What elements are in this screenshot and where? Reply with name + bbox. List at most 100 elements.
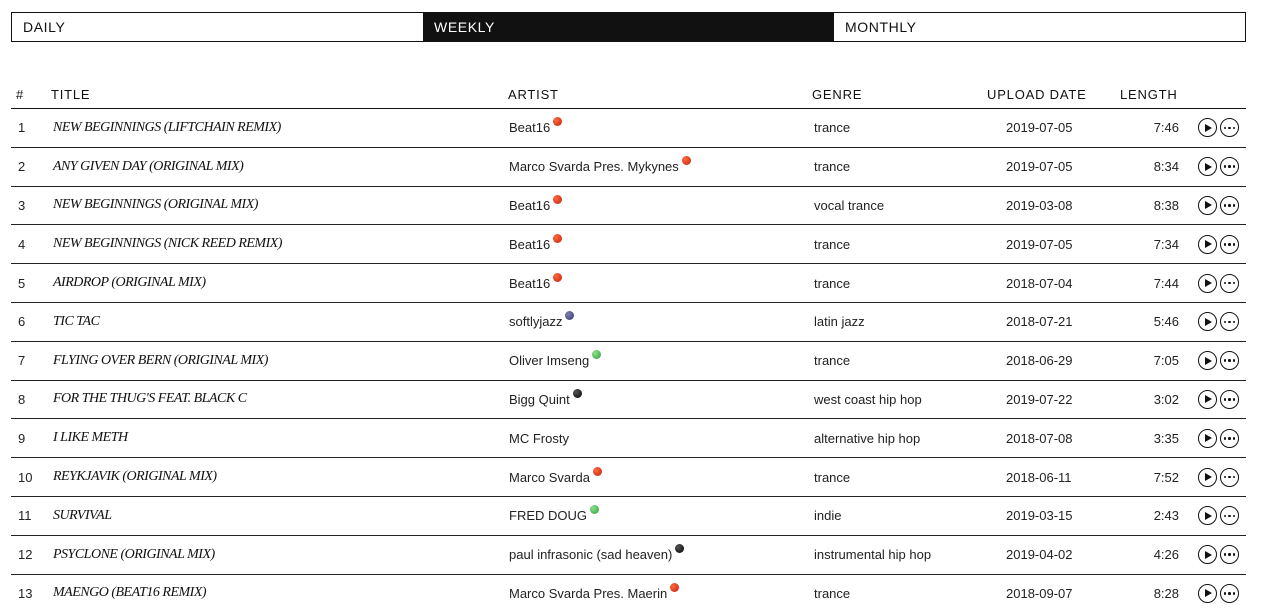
track-genre[interactable]: trance	[814, 342, 850, 380]
artist-name[interactable]: FRED DOUG	[509, 508, 587, 523]
track-genre[interactable]: trance	[814, 109, 850, 147]
track-upload-date: 2018-07-21	[1006, 314, 1073, 330]
play-icon	[1205, 162, 1212, 171]
tab-monthly[interactable]: MONTHLY	[834, 13, 1245, 41]
track-artist[interactable]: Bigg Quint	[509, 381, 582, 419]
track-artist[interactable]: Beat16	[509, 264, 563, 302]
more-options-button[interactable]	[1220, 118, 1239, 138]
more-options-button[interactable]	[1220, 312, 1239, 332]
play-button[interactable]	[1198, 273, 1217, 293]
track-title[interactable]: I LIKE METH	[53, 419, 128, 457]
track-artist[interactable]: FRED DOUG	[509, 497, 599, 535]
track-artist[interactable]: Marco Svarda Pres. Mykynes	[509, 148, 691, 186]
artist-name[interactable]: Beat16	[509, 120, 550, 135]
artist-name[interactable]: Beat16	[509, 198, 550, 213]
table-row[interactable]: 3 NEW BEGINNINGS (ORIGINAL MIX) Beat16 v…	[11, 187, 1246, 226]
artist-name[interactable]: Marco Svarda	[509, 470, 590, 485]
track-genre[interactable]: trance	[814, 264, 850, 302]
track-artist[interactable]: Beat16	[509, 109, 563, 147]
track-genre[interactable]: latin jazz	[814, 303, 865, 341]
track-artist[interactable]: Beat16	[509, 225, 563, 263]
play-button[interactable]	[1198, 545, 1217, 565]
artist-name[interactable]: Marco Svarda Pres. Maerin	[509, 586, 667, 601]
table-row[interactable]: 11 SURVIVAL FRED DOUG indie 2019-03-15 2…	[11, 497, 1246, 536]
artist-name[interactable]: Marco Svarda Pres. Mykynes	[509, 159, 679, 174]
track-artist[interactable]: Marco Svarda Pres. Maerin	[509, 575, 680, 611]
track-genre[interactable]: indie	[814, 497, 841, 535]
track-artist[interactable]: paul infrasonic (sad heaven)	[509, 536, 685, 574]
more-options-button[interactable]	[1220, 428, 1239, 448]
track-title[interactable]: ANY GIVEN DAY (ORIGINAL MIX)	[53, 148, 244, 186]
track-title[interactable]: FLYING OVER BERN (ORIGINAL MIX)	[53, 342, 268, 380]
track-genre[interactable]: trance	[814, 148, 850, 186]
artist-badge-icon	[553, 194, 563, 204]
play-button[interactable]	[1198, 234, 1217, 254]
table-row[interactable]: 4 NEW BEGINNINGS (NICK REED REMIX) Beat1…	[11, 225, 1246, 265]
play-button[interactable]	[1198, 428, 1217, 448]
more-options-button[interactable]	[1220, 389, 1239, 409]
track-rank: 9	[18, 430, 26, 446]
play-button[interactable]	[1198, 312, 1217, 332]
track-genre[interactable]: trance	[814, 225, 850, 263]
track-title[interactable]: TIC TAC	[53, 303, 100, 341]
table-row[interactable]: 12 PSYCLONE (ORIGINAL MIX) paul infrason…	[11, 536, 1246, 575]
more-options-button[interactable]	[1220, 157, 1239, 177]
artist-name[interactable]: MC Frosty	[509, 431, 569, 446]
play-button[interactable]	[1198, 195, 1217, 215]
table-row[interactable]: 7 FLYING OVER BERN (ORIGINAL MIX) Oliver…	[11, 342, 1246, 381]
artist-name[interactable]: Beat16	[509, 237, 550, 252]
track-title[interactable]: NEW BEGINNINGS (LIFTCHAIN REMIX)	[53, 109, 281, 147]
more-options-button[interactable]	[1220, 506, 1239, 526]
track-title[interactable]: PSYCLONE (ORIGINAL MIX)	[53, 536, 215, 574]
track-length: 8:38	[1153, 197, 1179, 213]
track-genre[interactable]: alternative hip hop	[814, 419, 920, 457]
artist-name[interactable]: softlyjazz	[509, 314, 562, 329]
track-title[interactable]: SURVIVAL	[53, 497, 112, 535]
tab-weekly[interactable]: WEEKLY	[423, 13, 834, 41]
track-artist[interactable]: Marco Svarda	[509, 458, 602, 496]
track-genre[interactable]: west coast hip hop	[814, 381, 922, 419]
artist-name[interactable]: paul infrasonic (sad heaven)	[509, 547, 672, 562]
play-button[interactable]	[1198, 118, 1217, 138]
artist-name[interactable]: Beat16	[509, 276, 550, 291]
track-artist[interactable]: MC Frosty	[509, 419, 569, 457]
table-row[interactable]: 2 ANY GIVEN DAY (ORIGINAL MIX) Marco Sva…	[11, 148, 1246, 187]
track-artist[interactable]: Oliver Imseng	[509, 342, 602, 380]
track-title[interactable]: REYKJAVIK (ORIGINAL MIX)	[53, 458, 217, 496]
table-row[interactable]: 6 TIC TAC softlyjazz latin jazz 2018-07-…	[11, 303, 1246, 342]
table-row[interactable]: 9 I LIKE METH MC Frosty alternative hip …	[11, 419, 1246, 459]
play-button[interactable]	[1198, 389, 1217, 409]
play-button[interactable]	[1198, 583, 1217, 603]
more-options-button[interactable]	[1220, 351, 1239, 371]
play-button[interactable]	[1198, 467, 1217, 487]
play-button[interactable]	[1198, 157, 1217, 177]
table-row[interactable]: 13 MAENGO (BEAT16 REMIX) Marco Svarda Pr…	[11, 575, 1246, 611]
play-button[interactable]	[1198, 351, 1217, 371]
table-row[interactable]: 10 REYKJAVIK (ORIGINAL MIX) Marco Svarda…	[11, 458, 1246, 497]
track-artist[interactable]: Beat16	[509, 187, 563, 225]
track-title[interactable]: NEW BEGINNINGS (NICK REED REMIX)	[53, 225, 282, 263]
artist-name[interactable]: Oliver Imseng	[509, 353, 589, 368]
more-options-button[interactable]	[1220, 467, 1239, 487]
more-options-button[interactable]	[1220, 195, 1239, 215]
track-title[interactable]: NEW BEGINNINGS (ORIGINAL MIX)	[53, 187, 258, 225]
table-row[interactable]: 5 AIRDROP (ORIGINAL MIX) Beat16 trance 2…	[11, 264, 1246, 303]
track-title[interactable]: FOR THE THUG'S FEAT. BLACK C	[53, 381, 247, 419]
more-options-button[interactable]	[1220, 583, 1239, 603]
track-title[interactable]: MAENGO (BEAT16 REMIX)	[53, 575, 207, 611]
more-options-button[interactable]	[1220, 545, 1239, 565]
table-row[interactable]: 1 NEW BEGINNINGS (LIFTCHAIN REMIX) Beat1…	[11, 109, 1246, 148]
track-genre[interactable]: trance	[814, 458, 850, 496]
table-row[interactable]: 8 FOR THE THUG'S FEAT. BLACK C Bigg Quin…	[11, 381, 1246, 420]
artist-name[interactable]: Bigg Quint	[509, 392, 570, 407]
more-options-button[interactable]	[1220, 234, 1239, 254]
track-genre[interactable]: vocal trance	[814, 187, 884, 225]
track-title[interactable]: AIRDROP (ORIGINAL MIX)	[53, 264, 206, 302]
more-options-button[interactable]	[1220, 273, 1239, 293]
track-artist[interactable]: softlyjazz	[509, 303, 575, 341]
play-button[interactable]	[1198, 506, 1217, 526]
track-genre[interactable]: trance	[814, 575, 850, 611]
track-genre[interactable]: instrumental hip hop	[814, 536, 931, 574]
row-actions	[1198, 148, 1239, 186]
tab-daily[interactable]: DAILY	[12, 13, 423, 41]
